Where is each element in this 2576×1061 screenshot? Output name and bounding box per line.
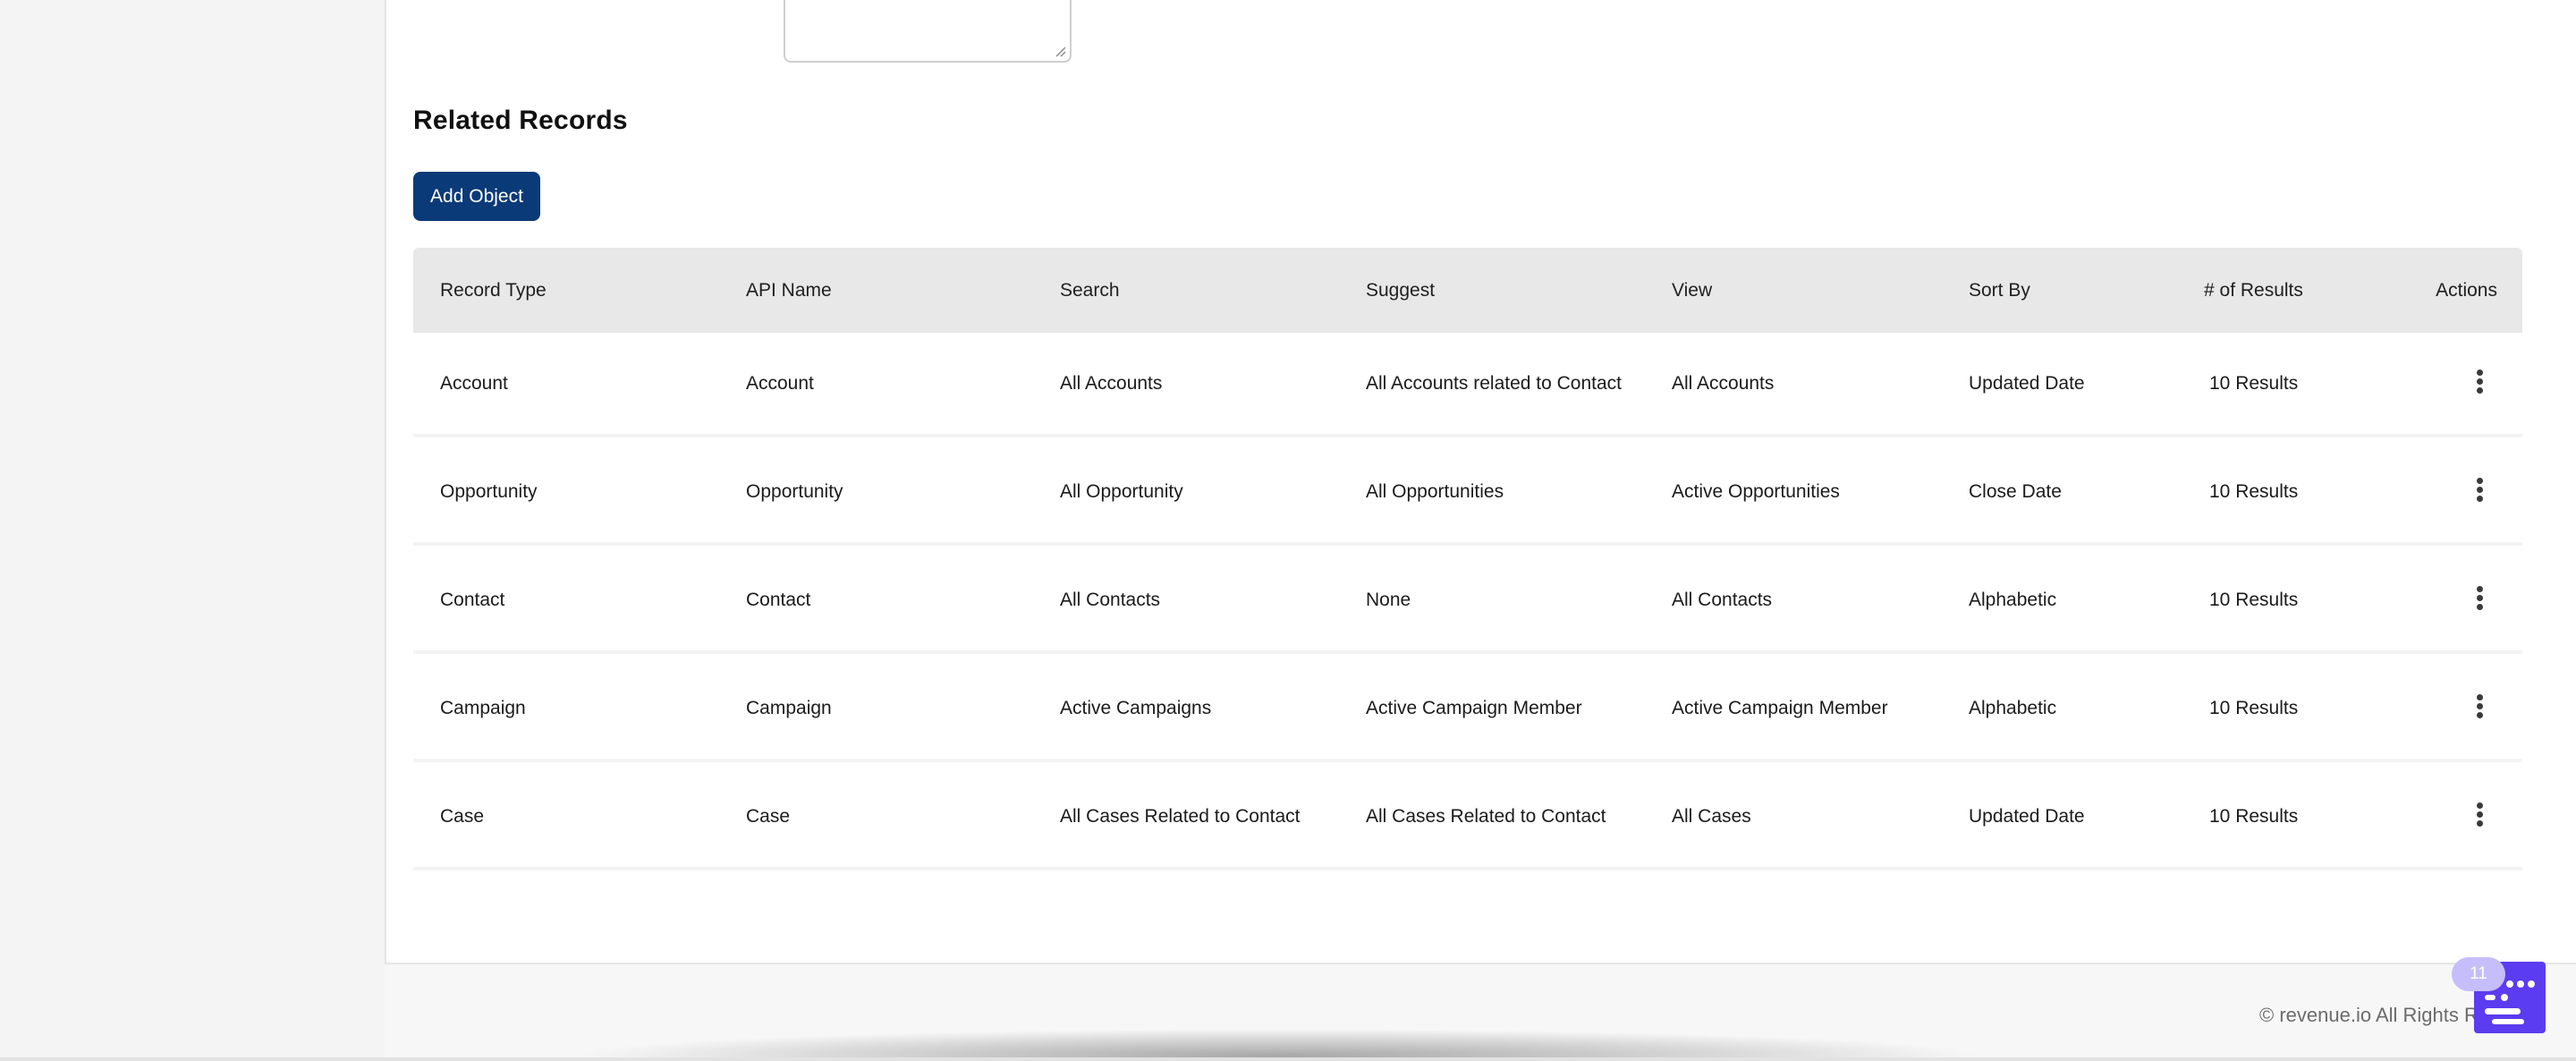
related-records-table: Record Type API Name Search Suggest View… bbox=[413, 248, 2522, 874]
cell-sort-by: Close Date bbox=[1969, 480, 2062, 502]
cell-search: All Opportunity bbox=[1060, 480, 1183, 502]
add-object-button[interactable]: Add Object bbox=[413, 172, 540, 221]
cell-api-name: Opportunity bbox=[746, 480, 843, 502]
cell-sort-by: Alphabetic bbox=[1969, 589, 2057, 610]
cell-view: All Contacts bbox=[1672, 589, 1773, 610]
kebab-menu-icon[interactable] bbox=[2462, 688, 2497, 724]
cell-actions bbox=[2391, 363, 2522, 404]
cell-record-type: Account bbox=[440, 372, 508, 394]
header-suggest[interactable]: Suggest bbox=[1339, 280, 1645, 301]
header-view[interactable]: View bbox=[1645, 280, 1942, 301]
cell-api-name: Case bbox=[746, 805, 791, 827]
cell-search: All Cases Related to Contact bbox=[1060, 805, 1301, 827]
cell-actions bbox=[2391, 580, 2522, 621]
cell-suggest: All Accounts related to Contact bbox=[1366, 372, 1622, 394]
cell-search: All Accounts bbox=[1060, 372, 1163, 394]
cell-view: Active Campaign Member bbox=[1672, 697, 1888, 718]
header-search[interactable]: Search bbox=[1033, 280, 1339, 301]
table-row: Case Case All Cases Related to Contact A… bbox=[413, 766, 2522, 870]
header-num-results[interactable]: # of Results bbox=[2177, 280, 2391, 301]
cell-suggest: None bbox=[1366, 589, 1411, 610]
cell-view: Active Opportunities bbox=[1672, 480, 1840, 502]
table-header: Record Type API Name Search Suggest View… bbox=[413, 248, 2522, 333]
cell-record-type: Campaign bbox=[440, 697, 526, 718]
page: Related Records Add Object Record Type A… bbox=[0, 0, 2576, 1061]
cell-sort-by: Alphabetic bbox=[1969, 697, 2057, 718]
cell-num-results: 10 Results bbox=[2209, 697, 2299, 718]
notes-textarea[interactable] bbox=[784, 0, 1072, 63]
kebab-menu-icon[interactable] bbox=[2462, 363, 2497, 399]
resize-grip-icon[interactable] bbox=[1054, 45, 1066, 57]
cell-num-results: 10 Results bbox=[2209, 589, 2299, 610]
header-record-type[interactable]: Record Type bbox=[413, 280, 719, 301]
kebab-menu-icon[interactable] bbox=[2462, 471, 2497, 507]
kebab-menu-icon[interactable] bbox=[2462, 796, 2497, 832]
cell-num-results: 10 Results bbox=[2209, 805, 2299, 827]
table-row: Contact Contact All Contacts None All Co… bbox=[413, 549, 2522, 654]
cell-record-type: Opportunity bbox=[440, 480, 538, 502]
kebab-menu-icon[interactable] bbox=[2462, 580, 2497, 615]
related-records-title: Related Records bbox=[413, 106, 628, 135]
table-row: Campaign Campaign Active Campaigns Activ… bbox=[413, 658, 2522, 762]
cell-sort-by: Updated Date bbox=[1969, 805, 2085, 827]
cell-num-results: 10 Results bbox=[2209, 372, 2299, 394]
cell-suggest: All Cases Related to Contact bbox=[1366, 805, 1606, 827]
cell-api-name: Account bbox=[746, 372, 814, 394]
chat-notification-badge[interactable]: 11 bbox=[2452, 957, 2505, 991]
table-row: Account Account All Accounts All Account… bbox=[413, 333, 2522, 437]
window-bottom-edge bbox=[0, 1057, 2576, 1061]
cell-suggest: All Opportunities bbox=[1366, 480, 1504, 502]
cell-sort-by: Updated Date bbox=[1969, 372, 2085, 394]
cell-suggest: Active Campaign Member bbox=[1366, 697, 1582, 718]
header-sort-by[interactable]: Sort By bbox=[1942, 280, 2177, 301]
left-rail bbox=[0, 0, 385, 1061]
table-row: Opportunity Opportunity All Opportunity … bbox=[413, 441, 2522, 546]
footer-copyright: © revenue.io All Rights R bbox=[2259, 1004, 2479, 1026]
cell-search: Active Campaigns bbox=[1060, 697, 1212, 718]
bottom-shadow bbox=[572, 1029, 1986, 1061]
cell-record-type: Case bbox=[440, 805, 485, 827]
cell-view: All Cases bbox=[1672, 805, 1751, 827]
cell-search: All Contacts bbox=[1060, 589, 1161, 610]
header-actions: Actions bbox=[2436, 279, 2497, 301]
cell-api-name: Campaign bbox=[746, 697, 832, 718]
cell-num-results: 10 Results bbox=[2209, 480, 2299, 502]
header-api-name[interactable]: API Name bbox=[719, 280, 1033, 301]
cell-api-name: Contact bbox=[746, 589, 811, 610]
cell-record-type: Contact bbox=[440, 589, 505, 610]
cell-actions bbox=[2391, 688, 2522, 729]
cell-actions bbox=[2391, 796, 2522, 837]
cell-actions bbox=[2391, 471, 2522, 513]
content-card: Related Records Add Object Record Type A… bbox=[385, 0, 2576, 964]
cell-view: All Accounts bbox=[1672, 372, 1775, 394]
